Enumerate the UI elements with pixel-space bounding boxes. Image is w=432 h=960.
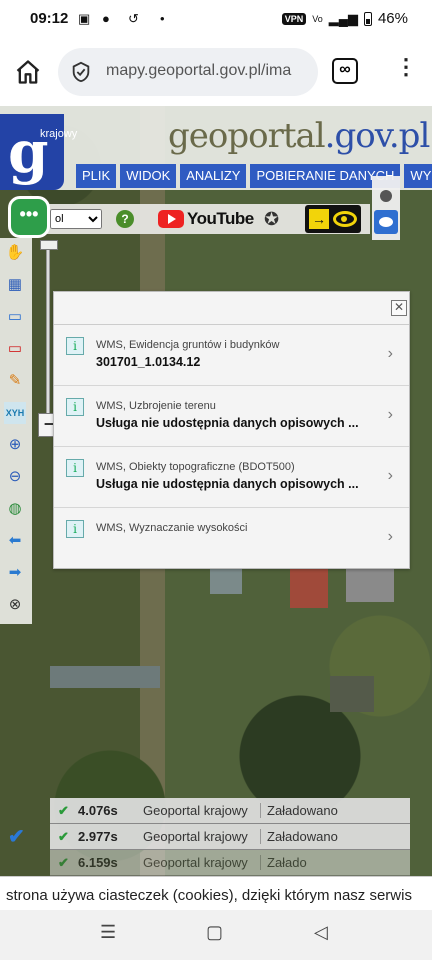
geoportal-logo[interactable]: g — [0, 114, 64, 190]
check-icon[interactable]: ✔ — [8, 824, 32, 848]
high-contrast-button[interactable]: → — [305, 205, 361, 233]
home-button-icon[interactable]: ▢ — [206, 922, 223, 943]
address-bar[interactable]: mapy.geoportal.gov.pl/ima — [58, 48, 318, 96]
zoom-in-icon[interactable]: ⊕ — [4, 434, 26, 456]
layer-value: Usługa nie udostępnia danych opisowych .… — [96, 477, 359, 491]
eye-icon — [333, 211, 357, 227]
map-toolbar: ol ? YouTube ✪ → — [40, 204, 370, 234]
info-icon[interactable]: i — [66, 459, 84, 477]
info-icon[interactable]: i — [66, 337, 84, 355]
chevron-right-icon[interactable]: › — [388, 528, 393, 546]
check-icon: ✔ — [58, 803, 69, 818]
table-icon[interactable]: ▦ — [4, 274, 26, 296]
site-info-icon[interactable] — [70, 61, 92, 83]
list-item[interactable]: i WMS, Uzbrojenie terenu Usługa nie udos… — [54, 386, 409, 447]
zoom-slider-handle[interactable] — [40, 240, 58, 250]
feature-info-panel: ✕ i WMS, Ewidencja gruntów i budynków 30… — [53, 291, 410, 569]
back-arrow-icon[interactable]: ⬅ — [4, 530, 26, 552]
panel-header: ✕ — [54, 292, 409, 325]
tool-column: ✋ ▦ ▭ ▭ ✎ XYH ⊕ ⊖ ◍ ⬅ ➡ ⊗ — [0, 238, 32, 624]
chat-icon: ● — [102, 11, 110, 26]
portal-small-label: krajowy — [40, 128, 78, 140]
menu-plik[interactable]: PLIK — [76, 164, 117, 188]
clock: 09:12 — [30, 10, 69, 27]
chevron-right-icon[interactable]: › — [388, 406, 393, 424]
accessibility-icon[interactable]: ✪ — [264, 209, 279, 230]
geoportal-title: geoportal.gov.pl — [168, 116, 430, 156]
map-building — [346, 568, 394, 602]
layer-title: WMS, Wyznaczanie wysokości — [96, 522, 248, 534]
table-row: ✔ 2.977s Geoportal krajowy Załadowano — [50, 824, 410, 850]
layer-title: WMS, Uzbrojenie terenu — [96, 400, 216, 412]
deselect-rect-icon[interactable]: ▭ — [4, 338, 26, 360]
table-row: ✔ 4.076s Geoportal krajowy Załadowano — [50, 798, 410, 824]
home-icon[interactable] — [14, 58, 42, 86]
map-path — [50, 666, 160, 688]
map-building — [330, 676, 374, 712]
layer-value: Usługa nie udostępnia danych opisowych .… — [96, 416, 359, 430]
pencil-icon[interactable]: ✎ — [4, 370, 26, 392]
youtube-link[interactable]: YouTube — [158, 209, 254, 229]
map-building — [210, 568, 242, 594]
more-options-button[interactable]: ••• — [8, 196, 50, 238]
vpn-badge: VPN — [281, 12, 307, 25]
cookie-banner[interactable]: strona używa ciasteczek (cookies), dzięk… — [0, 876, 432, 910]
list-item[interactable]: i WMS, Wyznaczanie wysokości › — [54, 508, 409, 569]
dot-icon: • — [160, 11, 165, 26]
menu-more[interactable]: WY — [404, 164, 432, 188]
layer-title: WMS, Obiekty topograficzne (BDOT500) — [96, 461, 295, 473]
chevron-right-icon[interactable]: › — [388, 345, 393, 363]
visibility-eye-icon[interactable] — [374, 210, 398, 234]
help-icon[interactable]: ? — [116, 210, 134, 228]
load-status-table: ✔ ✔ 4.076s Geoportal krajowy Załadowano … — [0, 798, 410, 876]
youtube-play-icon — [158, 210, 184, 228]
xyh-coordinates-icon[interactable]: XYH — [4, 402, 26, 424]
list-item[interactable]: i WMS, Obiekty topograficzne (BDOT500) U… — [54, 447, 409, 508]
globe-icon[interactable]: ◍ — [4, 498, 26, 520]
cookie-text: strona używa ciasteczek (cookies), dzięk… — [6, 887, 412, 904]
zoom-out-icon[interactable]: ⊖ — [4, 466, 26, 488]
battery-level: 46% — [377, 10, 408, 27]
table-row: ✔ 6.159s Geoportal krajowy Załado — [50, 850, 410, 876]
info-icon[interactable]: i — [66, 398, 84, 416]
signal-alt-icon: ↺ — [128, 11, 139, 26]
arrow-icon: → — [309, 209, 329, 229]
close-icon[interactable]: ✕ — [391, 300, 407, 316]
layer-title: WMS, Ewidencja gruntów i budynków — [96, 339, 280, 351]
info-icon[interactable]: i — [66, 520, 84, 538]
layer-visibility-control[interactable] — [372, 176, 400, 240]
browser-toolbar: mapy.geoportal.gov.pl/ima ∞ ⋮ — [0, 38, 432, 106]
check-icon: ✔ — [58, 829, 69, 844]
incognito-tabs-icon[interactable]: ∞ — [332, 58, 358, 84]
overflow-menu-icon[interactable]: ⋮ — [395, 54, 417, 80]
zoom-slider-track[interactable] — [46, 240, 50, 420]
menu-analizy[interactable]: ANALIZY — [180, 164, 247, 188]
check-icon: ✔ — [58, 855, 69, 870]
recent-apps-icon[interactable]: ☰ — [100, 922, 116, 943]
back-icon[interactable]: ◁ — [314, 922, 328, 943]
system-nav-bar: ☰ ▢ ◁ — [0, 910, 432, 960]
facebook-icon: ▣ — [78, 11, 91, 26]
pan-hand-icon[interactable]: ✋ — [4, 242, 26, 264]
layer-value: 301701_1.0134.12 — [96, 355, 201, 369]
signal-icon: ▂▄▆ — [328, 10, 358, 26]
select-rect-icon[interactable]: ▭ — [4, 306, 26, 328]
pin-icon — [380, 190, 392, 202]
url-text[interactable]: mapy.geoportal.gov.pl/ima — [106, 62, 311, 80]
chevron-right-icon[interactable]: › — [388, 467, 393, 485]
list-item[interactable]: i WMS, Ewidencja gruntów i budynków 3017… — [54, 325, 409, 386]
volte-icon: Vo — [312, 13, 323, 24]
language-select[interactable]: ol — [50, 209, 102, 229]
map-building — [290, 568, 328, 608]
battery-icon — [363, 11, 372, 26]
status-bar: 09:12 ▣ ● ↺ • VPN Vo ▂▄▆ 46% — [0, 0, 432, 38]
menu-widok[interactable]: WIDOK — [120, 164, 177, 188]
forward-arrow-icon[interactable]: ➡ — [4, 562, 26, 584]
rotate-icon[interactable]: ⊗ — [4, 594, 26, 616]
